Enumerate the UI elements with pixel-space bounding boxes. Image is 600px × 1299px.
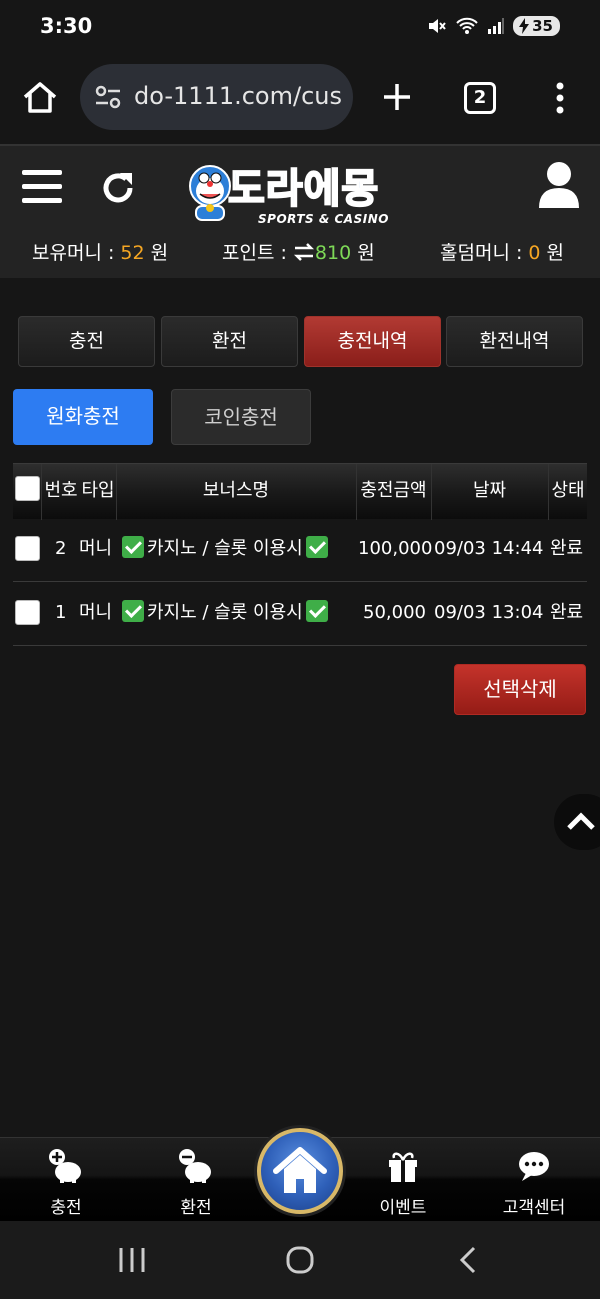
row-checkbox[interactable] [15,600,40,625]
battery-indicator: 35 [513,16,560,36]
signal-icon [488,18,505,34]
tab-exchange[interactable]: 환전 [161,316,298,367]
money-value: 52 [120,242,145,264]
nav-support[interactable]: 고객센터 [484,1148,584,1218]
gift-icon [389,1152,417,1182]
browser-home-icon[interactable] [20,78,60,118]
nav-event[interactable]: 이벤트 [353,1148,453,1218]
nav-charge[interactable]: 충전 [16,1148,116,1218]
back-icon[interactable] [456,1245,480,1275]
check-icon [122,536,144,558]
row-status: 완료 [550,602,584,623]
status-bar: 3:30 35 [0,0,600,58]
site-settings-icon[interactable] [94,85,122,109]
table-row: 2 머니 카지노 / 슬롯 이용시 100,000 09/03 14:44 완료 [13,518,587,582]
tab-charge[interactable]: 충전 [18,316,155,367]
home-icon [273,1147,327,1193]
piggy-plus-icon [49,1149,81,1183]
subtab-krw-charge[interactable]: 원화충전 [13,389,153,445]
check-icon [305,600,328,622]
nav-exchange[interactable]: 환전 [146,1148,246,1218]
battery-level: 35 [532,17,553,35]
status-time: 3:30 [40,14,93,38]
header-no: 번호 [44,480,78,501]
subtab-coin-charge[interactable]: 코인충전 [171,389,311,445]
new-tab-icon[interactable] [380,78,414,116]
delete-selected-button[interactable]: 선택삭제 [454,664,586,715]
select-all-checkbox[interactable] [15,476,40,501]
chevron-up-icon [567,812,595,830]
check-icon [305,536,328,558]
table-row: 1 머니 카지노 / 슬롯 이용시 50,000 09/03 13:04 완료 [13,582,587,646]
exchange-icon[interactable] [293,243,315,261]
row-date: 09/03 13:04 [434,602,544,623]
url-text: do-1111.com/cus [134,82,342,110]
chat-support-icon [519,1152,549,1181]
row-type: 머니 [79,602,113,623]
header-bonus: 보너스명 [202,480,270,501]
row-bonus: 카지노 / 슬롯 이용시 [119,518,331,582]
tab-exchange-history[interactable]: 환전내역 [446,316,583,367]
point-balance: 포인트 : 810 원 [222,242,375,264]
recent-apps-icon[interactable] [117,1246,147,1274]
header-status: 상태 [551,480,585,501]
hamburger-menu-icon[interactable] [22,170,62,206]
point-value: 810 [314,242,352,264]
table-header: 번호 타입 보너스명 충전금액 날짜 상태 [13,463,587,520]
refresh-icon[interactable] [98,168,138,208]
browser-menu-icon[interactable] [548,80,572,116]
address-bar[interactable]: do-1111.com/cus [80,64,353,130]
mute-icon [429,19,446,33]
row-type: 머니 [79,538,113,559]
holdem-balance: 홀덤머니 : 0 원 [440,242,565,264]
nav-event-label: 이벤트 [379,1198,427,1218]
check-icon [122,600,144,622]
system-home-icon[interactable] [285,1245,315,1275]
mascot-icon [189,165,231,221]
piggy-minus-icon [179,1149,211,1183]
browser-toolbar: do-1111.com/cus 2 [0,58,600,144]
nav-support-label: 고객센터 [502,1198,566,1218]
money-balance: 보유머니 : 52 원 [32,242,169,264]
nav-charge-label: 충전 [50,1198,82,1218]
status-icons: 35 [427,16,560,36]
balance-bar: 보유머니 : 52 원 포인트 : 810 원 홀덤머니 : 0 원 [0,238,600,268]
site-header: 도라에몽 SPORTS & CASINO 보유머니 : 52 원 포인트 : 8… [0,144,600,278]
row-amount: 50,000 [363,602,426,623]
row-no: 2 [55,538,67,559]
user-icon[interactable] [536,160,582,210]
bolt-icon [519,18,530,34]
header-date: 날짜 [472,480,507,501]
home-button[interactable] [257,1128,343,1214]
logo-subtitle: SPORTS & CASINO [258,212,389,226]
row-amount: 100,000 [358,538,433,559]
logo-text: 도라에몽 [227,165,380,213]
row-date: 09/03 14:44 [434,538,544,559]
wifi-icon [456,17,478,34]
tab-switcher-button[interactable]: 2 [464,82,496,114]
row-checkbox[interactable] [15,536,40,561]
nav-exchange-label: 환전 [180,1198,212,1218]
holdem-value: 0 [528,242,541,264]
row-status: 완료 [550,538,584,559]
site-logo[interactable]: 도라에몽 SPORTS & CASINO [186,154,414,234]
header-type: 타입 [81,480,115,501]
header-amount: 충전금액 [360,480,427,501]
scroll-top-button[interactable] [554,794,600,850]
row-bonus: 카지노 / 슬롯 이용시 [119,582,331,646]
system-nav-bar [0,1221,600,1299]
tab-charge-history[interactable]: 충전내역 [304,316,441,367]
row-no: 1 [55,602,67,623]
